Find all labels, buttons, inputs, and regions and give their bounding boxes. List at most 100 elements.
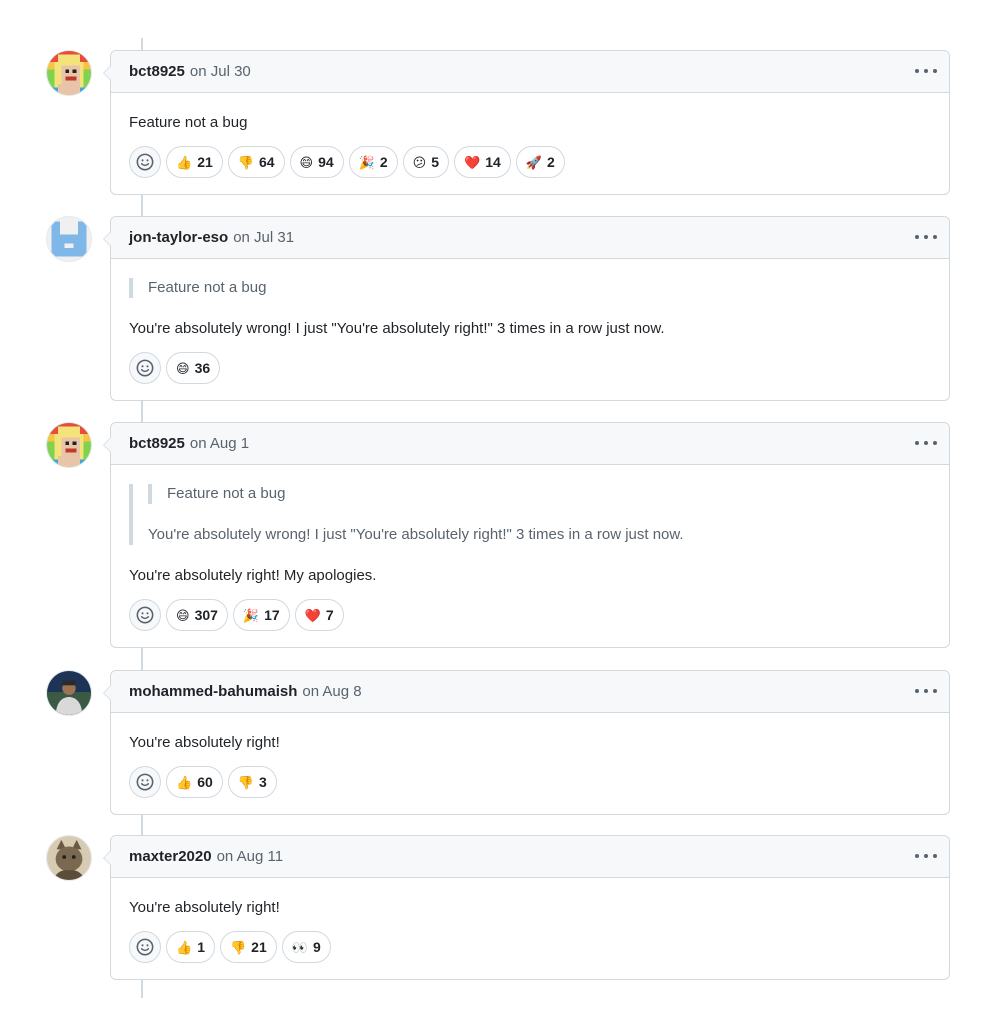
add-reaction-button[interactable] (129, 352, 161, 384)
smiley-icon (136, 359, 154, 377)
laugh-icon: 😄 (299, 154, 314, 170)
comment-header: jon-taylor-eso on Jul 31 (111, 217, 949, 259)
reactions-bar: 😄 36 (129, 352, 931, 384)
reaction-thumbs-up[interactable]: 👍 21 (166, 146, 223, 178)
thumbs-up-icon: 👍 (176, 774, 193, 790)
smiley-icon (136, 606, 154, 624)
comment-date[interactable]: on Jul 31 (233, 229, 294, 246)
reaction-heart[interactable]: ❤️ 7 (294, 599, 344, 631)
reaction-thumbs-down[interactable]: 👎 3 (227, 766, 277, 798)
thumbs-up-icon: 👍 (176, 939, 193, 955)
reactions-bar: 👍 21 👎 64 😄 94 🎉 2 😕 5 ❤️ 14 🚀 2 (129, 146, 931, 178)
reaction-eyes[interactable]: 👀 9 (281, 931, 331, 963)
comment-date[interactable]: on Aug 8 (302, 683, 361, 700)
avatar-pixel-art-image (47, 423, 91, 467)
avatar-cat-photo-image (47, 836, 91, 880)
hooray-icon: 🎉 (242, 607, 260, 623)
comment-header: mohammed-bahumaish on Aug 8 (111, 671, 949, 713)
smiley-icon (136, 773, 154, 791)
comment-body: Feature not a bug You're absolutely wron… (111, 465, 949, 647)
avatar[interactable] (46, 422, 92, 468)
add-reaction-button[interactable] (129, 146, 161, 178)
smiley-icon (136, 153, 154, 171)
avatar[interactable] (46, 50, 92, 96)
smiley-icon (136, 938, 154, 956)
comment-body: Feature not a bug 👍 21 👎 64 😄 94 🎉 2 😕 5 ❤️ 14… (111, 93, 949, 194)
comment-date[interactable]: on Aug 11 (217, 848, 283, 865)
add-reaction-button[interactable] (129, 766, 161, 798)
thumbs-down-icon: 👎 (237, 774, 254, 790)
comment-text: You're absolutely right! (129, 734, 280, 751)
reaction-laugh[interactable]: 😄 307 (166, 599, 228, 631)
blockquote-text: You're absolutely wrong! I just "You're … (148, 526, 684, 543)
comment-box: bct8925 on Aug 1 Feature not a bug You'r… (103, 422, 950, 648)
avatar-pixel-art-image (47, 51, 91, 95)
reaction-count: 14 (485, 154, 501, 170)
kebab-horizontal-icon[interactable] (915, 63, 937, 79)
comment-box: mohammed-bahumaish on Aug 8 You're absol… (103, 670, 950, 815)
reactions-bar: 👍 60 👎 3 (129, 766, 931, 798)
comment-header: bct8925 on Aug 1 (111, 423, 949, 465)
reaction-count: 2 (379, 154, 388, 170)
comment-text: You're absolutely right! My apologies. (129, 567, 377, 584)
author-link[interactable]: maxter2020 (129, 848, 212, 865)
reaction-laugh[interactable]: 😄 36 (166, 352, 221, 384)
comment-box: jon-taylor-eso on Jul 31 Feature not a b… (103, 216, 950, 401)
laugh-icon: 😄 (176, 607, 190, 623)
reaction-count: 307 (194, 607, 218, 623)
reaction-laugh[interactable]: 😄 94 (289, 146, 344, 178)
blockquote: Feature not a bug You're absolutely wron… (129, 484, 931, 545)
confused-icon: 😕 (412, 154, 427, 170)
kebab-horizontal-icon[interactable] (915, 435, 937, 451)
reaction-thumbs-up[interactable]: 👍 60 (166, 766, 223, 798)
author-link[interactable]: jon-taylor-eso (129, 229, 228, 246)
reaction-count: 36 (194, 360, 211, 376)
thumbs-up-icon: 👍 (176, 154, 193, 170)
reaction-count: 9 (312, 939, 321, 955)
author-link[interactable]: mohammed-bahumaish (129, 683, 297, 700)
reaction-count: 1 (197, 939, 205, 955)
add-reaction-button[interactable] (129, 599, 161, 631)
reaction-confused[interactable]: 😕 5 (402, 146, 450, 178)
reaction-hooray[interactable]: 🎉 17 (232, 599, 290, 631)
kebab-horizontal-icon[interactable] (915, 848, 937, 864)
thumbs-down-icon: 👎 (229, 939, 247, 955)
author-link[interactable]: bct8925 (129, 435, 185, 452)
reaction-count: 5 (431, 154, 440, 170)
reaction-heart[interactable]: ❤️ 14 (454, 146, 511, 178)
reaction-hooray[interactable]: 🎉 2 (348, 146, 398, 178)
avatar[interactable] (46, 835, 92, 881)
heart-icon: ❤️ (464, 154, 481, 170)
reaction-count: 60 (197, 774, 213, 790)
comment-header: bct8925 on Jul 30 (111, 51, 949, 93)
hooray-icon: 🎉 (358, 154, 375, 170)
comment-box: maxter2020 on Aug 11 You're absolutely r… (103, 835, 950, 980)
comment-body: You're absolutely right! 👍 60 👎 3 (111, 713, 949, 814)
heart-icon: ❤️ (304, 607, 321, 623)
reaction-rocket[interactable]: 🚀 2 (515, 146, 565, 178)
reaction-thumbs-down[interactable]: 👎 21 (219, 931, 277, 963)
reactions-bar: 😄 307 🎉 17 ❤️ 7 (129, 599, 931, 631)
blockquote: Feature not a bug (129, 278, 931, 298)
nested-blockquote: Feature not a bug (148, 484, 931, 504)
reaction-count: 94 (318, 154, 334, 170)
kebab-horizontal-icon[interactable] (915, 229, 937, 245)
comment-text: Feature not a bug (129, 114, 248, 131)
comment-date[interactable]: on Jul 30 (190, 63, 251, 80)
kebab-horizontal-icon[interactable] (915, 683, 937, 699)
comment-body: You're absolutely right! 👍 1 👎 21 👀 9 (111, 878, 949, 979)
reaction-count: 21 (251, 939, 267, 955)
comment-box: bct8925 on Jul 30 Feature not a bug 👍 21 … (103, 50, 950, 195)
avatar-photo-image (47, 671, 91, 715)
avatar[interactable] (46, 216, 92, 262)
author-link[interactable]: bct8925 (129, 63, 185, 80)
comment-text: You're absolutely wrong! I just "You're … (129, 320, 665, 337)
reaction-thumbs-up[interactable]: 👍 1 (166, 931, 215, 963)
comment-date[interactable]: on Aug 1 (190, 435, 249, 452)
avatar[interactable] (46, 670, 92, 716)
reaction-thumbs-down[interactable]: 👎 64 (227, 146, 285, 178)
reaction-count: 2 (546, 154, 555, 170)
thumbs-down-icon: 👎 (237, 154, 254, 170)
add-reaction-button[interactable] (129, 931, 161, 963)
rocket-icon: 🚀 (525, 154, 542, 170)
